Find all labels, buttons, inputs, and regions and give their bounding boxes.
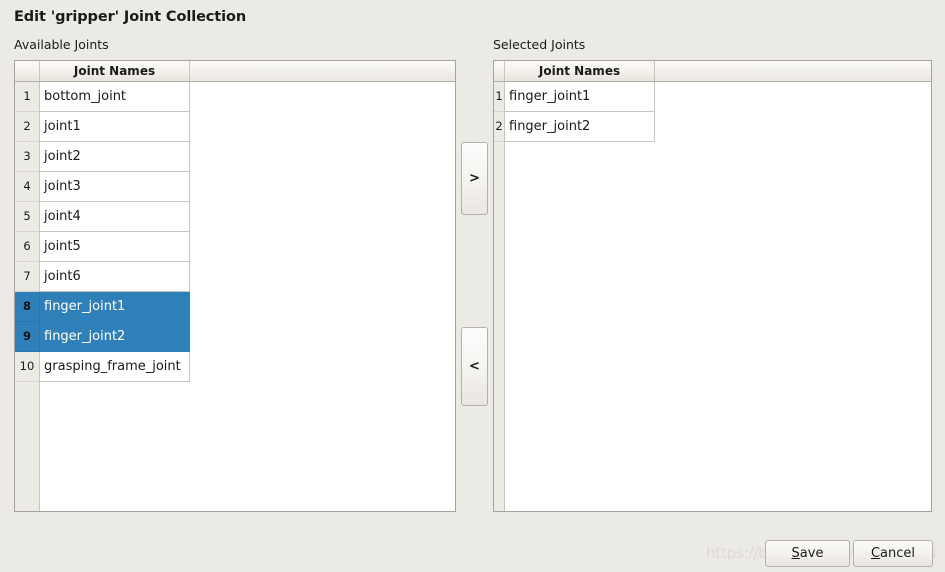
table-row[interactable]: 1 finger_joint1: [494, 82, 931, 112]
cancel-label-rest: ancel: [880, 546, 916, 561]
row-number: 10: [15, 352, 40, 382]
save-mnemonic: S: [791, 546, 800, 561]
selected-rows-container: 1 finger_joint1 2 finger_joint2: [494, 82, 931, 142]
row-number: 1: [494, 82, 505, 112]
available-column-header-joint-names[interactable]: Joint Names: [40, 61, 190, 81]
joint-name-cell[interactable]: finger_joint1: [40, 292, 190, 322]
table-row[interactable]: 2 finger_joint2: [494, 112, 931, 142]
joint-name-cell[interactable]: joint6: [40, 262, 190, 292]
row-number: 2: [494, 112, 505, 142]
row-number: 8: [15, 292, 40, 322]
available-joints-label: Available Joints: [14, 37, 109, 52]
available-joints-table[interactable]: Joint Names 1 bottom_joint 2 joint1 3 joint2 4…: [14, 60, 456, 512]
joint-name-cell[interactable]: grasping_frame_joint: [40, 352, 190, 382]
table-row[interactable]: 10 grasping_frame_joint: [15, 352, 455, 382]
selected-table-header-row: Joint Names: [494, 61, 931, 82]
joint-name-cell[interactable]: joint5: [40, 232, 190, 262]
row-number: 6: [15, 232, 40, 262]
joint-name-cell[interactable]: finger_joint2: [505, 112, 655, 142]
table-row[interactable]: 8 finger_joint1: [15, 292, 455, 322]
joint-name-cell[interactable]: finger_joint2: [40, 322, 190, 352]
row-number: 5: [15, 202, 40, 232]
row-number: 7: [15, 262, 40, 292]
available-header-gutter: [15, 61, 40, 81]
table-row[interactable]: 1 bottom_joint: [15, 82, 455, 112]
dialog-title: Edit 'gripper' Joint Collection: [14, 9, 247, 25]
table-row[interactable]: 9 finger_joint2: [15, 322, 455, 352]
table-row[interactable]: 6 joint5: [15, 232, 455, 262]
joint-name-cell[interactable]: joint4: [40, 202, 190, 232]
available-table-body: 1 bottom_joint 2 joint1 3 joint2 4 joint3 5 joint…: [15, 82, 455, 511]
available-rows-container: 1 bottom_joint 2 joint1 3 joint2 4 joint3 5 joint…: [15, 82, 455, 382]
joint-name-cell[interactable]: joint1: [40, 112, 190, 142]
selected-joints-table[interactable]: Joint Names 1 finger_joint1 2 finger_joint2: [493, 60, 932, 512]
joint-name-cell[interactable]: joint2: [40, 142, 190, 172]
row-number: 1: [15, 82, 40, 112]
save-label-rest: ave: [799, 546, 824, 561]
selected-header-gutter: [494, 61, 505, 81]
row-number: 3: [15, 142, 40, 172]
selected-table-body: 1 finger_joint1 2 finger_joint2: [494, 82, 931, 511]
selected-header-filler: [655, 61, 931, 81]
table-row[interactable]: 2 joint1: [15, 112, 455, 142]
move-to-selected-button[interactable]: >: [461, 142, 488, 215]
selected-row-number-gutter: [494, 82, 505, 511]
joint-name-cell[interactable]: bottom_joint: [40, 82, 190, 112]
table-row[interactable]: 4 joint3: [15, 172, 455, 202]
cancel-mnemonic: C: [870, 546, 881, 561]
move-to-available-button[interactable]: <: [461, 327, 488, 406]
table-row[interactable]: 7 joint6: [15, 262, 455, 292]
selected-column-header-joint-names[interactable]: Joint Names: [505, 61, 655, 81]
available-header-filler: [190, 61, 455, 81]
table-row[interactable]: 3 joint2: [15, 142, 455, 172]
available-table-header-row: Joint Names: [15, 61, 455, 82]
row-number: 2: [15, 112, 40, 142]
joint-name-cell[interactable]: finger_joint1: [505, 82, 655, 112]
joint-name-cell[interactable]: joint3: [40, 172, 190, 202]
save-button[interactable]: Save: [765, 540, 850, 567]
row-number: 4: [15, 172, 40, 202]
cancel-button[interactable]: Cancel: [853, 540, 933, 567]
row-number: 9: [15, 322, 40, 352]
selected-joints-label: Selected Joints: [493, 37, 586, 52]
table-row[interactable]: 5 joint4: [15, 202, 455, 232]
